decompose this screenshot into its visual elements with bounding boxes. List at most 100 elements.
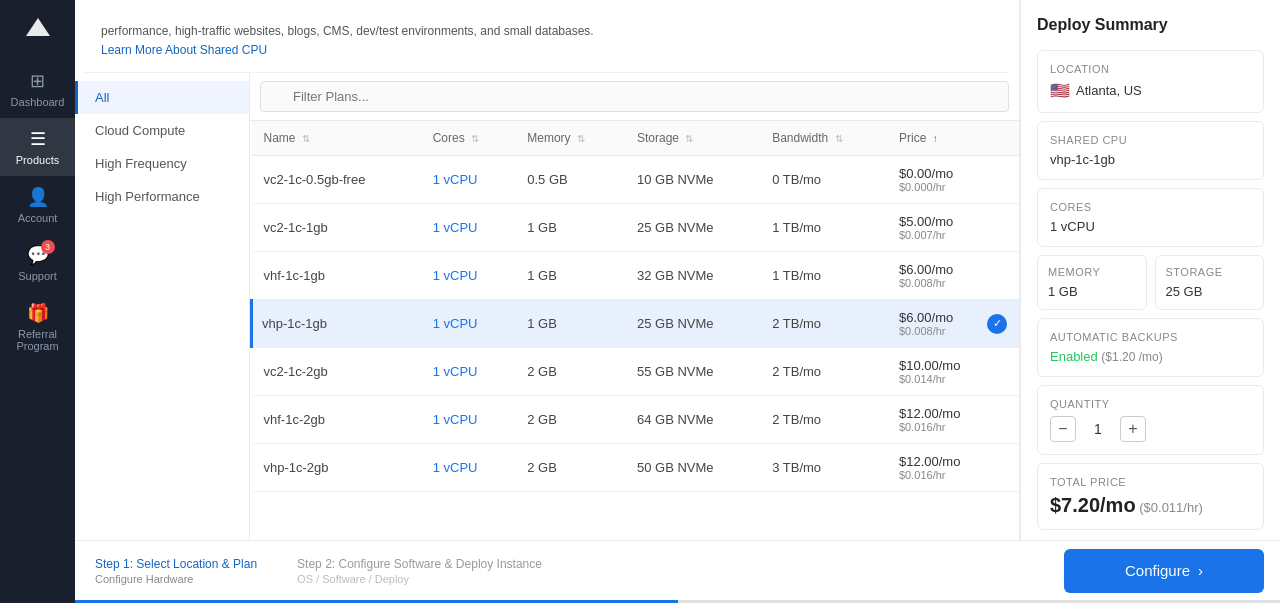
cell-cores: 1 vCPU — [421, 444, 516, 492]
cell-price: $10.00/mo $0.014/hr — [887, 348, 1019, 396]
info-card: performance, high-traffic websites, blog… — [85, 10, 1009, 73]
summary-quantity: Quantity − 1 + — [1037, 385, 1264, 455]
category-high-performance[interactable]: High Performance — [75, 180, 249, 213]
category-all[interactable]: All — [75, 81, 249, 114]
cell-memory: 2 GB — [515, 348, 625, 396]
cell-price: $5.00/mo $0.007/hr — [887, 204, 1019, 252]
sidebar: ⊞ Dashboard ☰ Products 👤 Account 💬 3 Sup… — [0, 0, 75, 603]
cell-memory: 2 GB — [515, 396, 625, 444]
filter-wrapper: 🔍 — [260, 81, 1009, 112]
cell-bandwidth: 2 TB/mo — [760, 396, 887, 444]
summary-backups: Automatic Backups Enabled ($1.20 /mo) — [1037, 318, 1264, 377]
plans-table-wrapper[interactable]: Name ⇅ Cores ⇅ Memory ⇅ Storage ⇅ Bandwi… — [250, 121, 1019, 540]
table-row[interactable]: vc2-1c-2gb 1 vCPU 2 GB 55 GB NVMe 2 TB/m… — [252, 348, 1020, 396]
sidebar-item-products[interactable]: ☰ Products — [0, 118, 75, 176]
step-section: Step 1: Select Location & Plan Configure… — [75, 557, 1048, 585]
table-row[interactable]: vhf-1c-1gb 1 vCPU 1 GB 32 GB NVMe 1 TB/m… — [252, 252, 1020, 300]
category-cloud-compute[interactable]: Cloud Compute — [75, 114, 249, 147]
dashboard-icon: ⊞ — [30, 70, 45, 92]
total-price: $7.20/mo — [1050, 494, 1136, 516]
cell-name: vc2-1c-1gb — [252, 204, 421, 252]
memory-value: 1 GB — [1048, 284, 1136, 299]
logo[interactable] — [18, 10, 58, 50]
sidebar-products-label: Products — [16, 154, 59, 166]
step1-label: Step 1: Select Location & Plan — [95, 557, 257, 571]
plans-table: Name ⇅ Cores ⇅ Memory ⇅ Storage ⇅ Bandwi… — [250, 121, 1019, 492]
col-storage[interactable]: Storage ⇅ — [625, 121, 760, 156]
location-label: Location — [1050, 63, 1251, 75]
cell-storage: 32 GB NVMe — [625, 252, 760, 300]
storage-value: 25 GB — [1166, 284, 1254, 299]
quantity-label: Quantity — [1050, 398, 1251, 410]
table-row[interactable]: vhf-1c-2gb 1 vCPU 2 GB 64 GB NVMe 2 TB/m… — [252, 396, 1020, 444]
cell-storage: 64 GB NVMe — [625, 396, 760, 444]
cores-label: Cores — [1050, 201, 1251, 213]
category-nav: All Cloud Compute High Frequency High Pe… — [75, 73, 250, 540]
info-description: performance, high-traffic websites, blog… — [101, 24, 594, 38]
col-bandwidth[interactable]: Bandwidth ⇅ — [760, 121, 887, 156]
plans-panel: performance, high-traffic websites, blog… — [75, 0, 1020, 540]
cell-bandwidth: 1 TB/mo — [760, 252, 887, 300]
svg-marker-0 — [26, 18, 50, 36]
category-high-frequency[interactable]: High Frequency — [75, 147, 249, 180]
col-name[interactable]: Name ⇅ — [252, 121, 421, 156]
plan-value: vhp-1c-1gb — [1050, 152, 1251, 167]
cell-storage: 25 GB NVMe — [625, 300, 760, 348]
plan-label: Shared CPU — [1050, 134, 1251, 146]
cores-value: 1 vCPU — [1050, 219, 1251, 234]
cell-memory: 1 GB — [515, 300, 625, 348]
col-cores[interactable]: Cores ⇅ — [421, 121, 516, 156]
table-row[interactable]: vc2-1c-0.5gb-free 1 vCPU 0.5 GB 10 GB NV… — [252, 156, 1020, 204]
info-area: performance, high-traffic websites, blog… — [75, 0, 1019, 73]
configure-button[interactable]: Configure › — [1064, 549, 1264, 593]
summary-location: Location 🇺🇸 Atlanta, US — [1037, 50, 1264, 113]
sidebar-item-referral[interactable]: 🎁 Referral Program — [0, 292, 75, 362]
cell-price: $0.00/mo $0.000/hr — [887, 156, 1019, 204]
sidebar-item-dashboard[interactable]: ⊞ Dashboard — [0, 60, 75, 118]
table-category-wrapper: All Cloud Compute High Frequency High Pe… — [75, 73, 1019, 540]
cell-name: vhp-1c-2gb — [252, 444, 421, 492]
content-wrapper: performance, high-traffic websites, blog… — [75, 0, 1280, 540]
cell-storage: 25 GB NVMe — [625, 204, 760, 252]
sidebar-support-label: Support — [18, 270, 57, 282]
sidebar-account-label: Account — [18, 212, 58, 224]
table-row[interactable]: vhp-1c-1gb 1 vCPU 1 GB 25 GB NVMe 2 TB/m… — [252, 300, 1020, 348]
cell-cores: 1 vCPU — [421, 252, 516, 300]
cell-cores: 1 vCPU — [421, 204, 516, 252]
cell-bandwidth: 0 TB/mo — [760, 156, 887, 204]
step2-label: Step 2: Configure Software & Deploy Inst… — [297, 557, 542, 571]
step1-sub: Configure Hardware — [95, 573, 257, 585]
table-row[interactable]: vhp-1c-2gb 1 vCPU 2 GB 50 GB NVMe 3 TB/m… — [252, 444, 1020, 492]
summary-memory: Memory 1 GB — [1037, 255, 1147, 310]
cell-memory: 1 GB — [515, 204, 625, 252]
cell-bandwidth: 1 TB/mo — [760, 204, 887, 252]
cell-name: vhf-1c-1gb — [252, 252, 421, 300]
summary-title: Deploy Summary — [1037, 16, 1264, 34]
bottom-bar: Step 1: Select Location & Plan Configure… — [75, 540, 1280, 600]
sidebar-item-account[interactable]: 👤 Account — [0, 176, 75, 234]
table-row[interactable]: vc2-1c-1gb 1 vCPU 1 GB 25 GB NVMe 1 TB/m… — [252, 204, 1020, 252]
learn-more-link[interactable]: Learn More About Shared CPU — [101, 43, 267, 57]
quantity-increase-button[interactable]: + — [1120, 416, 1146, 442]
step2: Step 2: Configure Software & Deploy Inst… — [297, 557, 542, 585]
quantity-decrease-button[interactable]: − — [1050, 416, 1076, 442]
location-text: Atlanta, US — [1076, 83, 1142, 98]
col-price[interactable]: Price ↑ — [887, 121, 1019, 156]
arrow-icon: › — [1198, 562, 1203, 579]
summary-panel: Deploy Summary Location 🇺🇸 Atlanta, US S… — [1020, 0, 1280, 540]
account-icon: 👤 — [27, 186, 49, 208]
cell-cores: 1 vCPU — [421, 348, 516, 396]
cell-name: vc2-1c-0.5gb-free — [252, 156, 421, 204]
cell-cores: 1 vCPU — [421, 300, 516, 348]
cell-price: $6.00/mo $0.008/hr ✓ — [887, 300, 1019, 348]
backups-status: Enabled — [1050, 349, 1098, 364]
filter-input[interactable] — [260, 81, 1009, 112]
table-body: vc2-1c-0.5gb-free 1 vCPU 0.5 GB 10 GB NV… — [252, 156, 1020, 492]
table-header: Name ⇅ Cores ⇅ Memory ⇅ Storage ⇅ Bandwi… — [252, 121, 1020, 156]
step2-sub: OS / Software / Deploy — [297, 573, 542, 585]
summary-total: Total Price $7.20/mo ($0.011/hr) — [1037, 463, 1264, 530]
sidebar-item-support[interactable]: 💬 3 Support — [0, 234, 75, 292]
cell-cores: 1 vCPU — [421, 396, 516, 444]
col-memory[interactable]: Memory ⇅ — [515, 121, 625, 156]
cell-bandwidth: 2 TB/mo — [760, 300, 887, 348]
